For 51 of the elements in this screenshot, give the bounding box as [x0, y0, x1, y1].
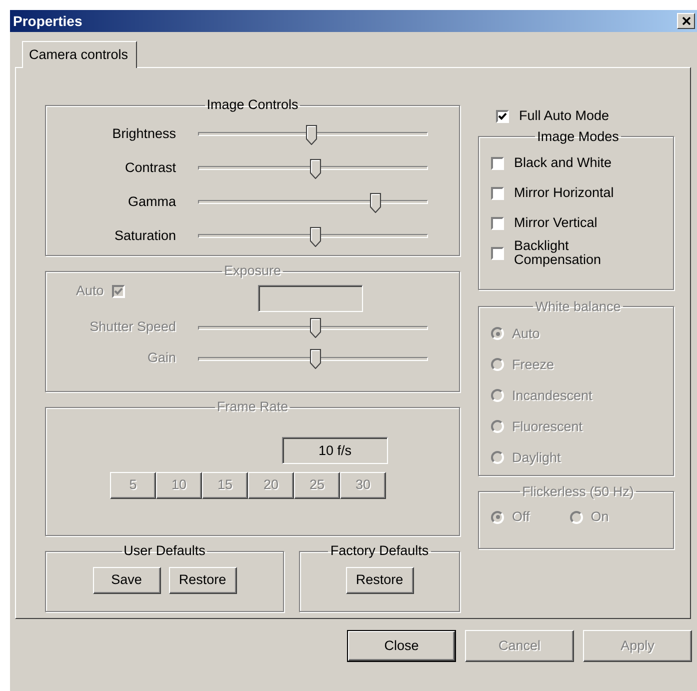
- radio-label: Off: [512, 508, 530, 526]
- slider-thumb[interactable]: [310, 158, 322, 178]
- slider[interactable]: [198, 158, 428, 178]
- group-title: Image Modes: [536, 130, 620, 144]
- slider-label: Brightness: [111, 124, 176, 143]
- group-title: White balance: [534, 300, 622, 314]
- checkbox-label: Mirror Horizontal: [514, 184, 614, 202]
- slider-thumb[interactable]: [306, 124, 317, 144]
- group-title: Image Controls: [206, 98, 300, 114]
- group-title: Flickerless (50 Hz): [521, 484, 635, 500]
- defaults-button[interactable]: Restore: [168, 567, 236, 594]
- slider[interactable]: [198, 318, 428, 338]
- slider[interactable]: [198, 348, 428, 369]
- group-title: User Defaults: [122, 544, 206, 560]
- slider-label: Contrast: [124, 158, 176, 177]
- slider-label: Shutter Speed: [88, 318, 176, 336]
- slider[interactable]: [198, 124, 428, 144]
- checkbox[interactable]: [496, 110, 509, 123]
- radio-label: Fluorescent: [512, 418, 583, 436]
- checkbox-label: Mirror Vertical: [514, 214, 598, 232]
- close-button[interactable]: [677, 13, 695, 29]
- tab[interactable]: Camera controls: [22, 41, 138, 68]
- group-title: Exposure: [222, 264, 282, 280]
- slider[interactable]: [198, 226, 428, 246]
- defaults-button[interactable]: Restore: [346, 567, 414, 594]
- checkbox-label: Black and White: [514, 154, 612, 172]
- checkbox-label: Full Auto Mode: [519, 107, 610, 126]
- group-title: Factory Defaults: [329, 544, 430, 560]
- defaults-button[interactable]: Save: [92, 567, 160, 594]
- window-title: Properties: [13, 12, 82, 31]
- slider-thumb[interactable]: [310, 226, 322, 246]
- radio-label: Incandescent: [512, 386, 592, 405]
- checkbox[interactable]: [491, 186, 504, 200]
- slider-label: Saturation: [113, 226, 176, 245]
- group-title: Frame Rate: [216, 400, 290, 416]
- close-icon: [682, 17, 690, 25]
- radio-label: Auto: [512, 324, 540, 343]
- radio-label: Daylight: [512, 448, 561, 467]
- slider-label: Gamma: [126, 192, 176, 211]
- dialog-button[interactable]: Close: [347, 630, 456, 662]
- radio-label: Freeze: [512, 356, 554, 374]
- slider-thumb[interactable]: [370, 192, 382, 212]
- slider-label: Gain: [146, 349, 176, 368]
- checkbox[interactable]: [491, 216, 504, 230]
- radio-label: On: [590, 508, 609, 526]
- checkbox-label: Auto: [76, 282, 104, 300]
- frame-rate-readout: 10 f/s: [282, 437, 388, 464]
- checkbox[interactable]: [491, 246, 504, 260]
- checkbox[interactable]: [491, 156, 504, 170]
- slider[interactable]: [198, 192, 428, 212]
- checkbox-label: Backlight Compensation: [514, 238, 602, 268]
